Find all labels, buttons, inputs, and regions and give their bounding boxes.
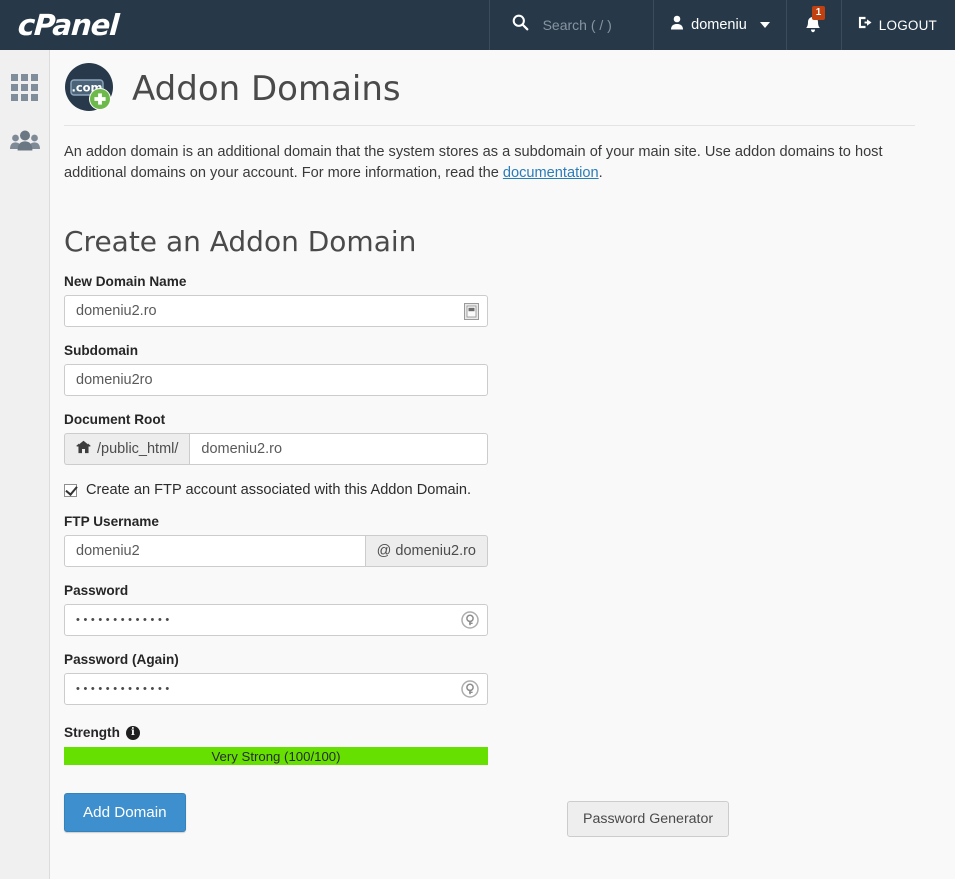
intro-paragraph: An addon domain is an additional domain … (64, 142, 909, 183)
password-strength-fill: Very Strong (100/100) (64, 747, 488, 766)
cpanel-logo-text: cPanel (16, 8, 120, 42)
ftp-account-checkbox[interactable] (64, 483, 77, 497)
field-ftp-username: FTP Username domeniu2 @ domeniu2.ro (64, 514, 488, 568)
password-masked-value: ••••••••••••• (76, 614, 173, 627)
document-root-prefix: /public_html/ (64, 433, 190, 466)
field-password: Password ••••••••••••• (64, 583, 488, 637)
header-search[interactable]: Search ( / ) (488, 0, 654, 50)
ftp-username-label: FTP Username (64, 514, 159, 530)
password-label: Password (64, 583, 129, 599)
form-heading: Create an Addon Domain (64, 225, 417, 259)
sidebar-item-home-grid[interactable] (0, 64, 49, 116)
strength-label-row: Strength i (64, 725, 955, 740)
left-sidebar (0, 50, 50, 879)
ftp-account-checkbox-row[interactable]: Create an FTP account associated with th… (64, 482, 955, 498)
document-root-value: domeniu2.ro (201, 441, 283, 458)
password-again-masked-value: ••••••••••••• (76, 683, 173, 696)
document-root-label: Document Root (64, 412, 166, 428)
new-domain-name-label: New Domain Name (64, 274, 187, 290)
chevron-down-icon (759, 22, 770, 28)
password-again-label: Password (Again) (64, 652, 179, 668)
password-strength-text: Very Strong (100/100) (211, 748, 341, 764)
password-again-key-icon[interactable] (461, 680, 479, 699)
header-divider (64, 125, 915, 126)
strength-label: Strength (64, 725, 120, 741)
notification-count-badge: 1 (811, 6, 826, 20)
subdomain-label: Subdomain (64, 343, 139, 359)
add-domain-button[interactable]: Add Domain (64, 793, 186, 833)
intro-text-before: An addon domain is an additional domain … (64, 144, 883, 181)
new-domain-name-input[interactable]: domeniu2.ro (64, 295, 488, 328)
ftp-username-suffix: @ domeniu2.ro (365, 535, 488, 568)
field-password-again: Password (Again) ••••••••••••• (64, 652, 488, 706)
user-icon (670, 15, 684, 35)
document-root-prefix-text: /public_html/ (97, 441, 179, 458)
ftp-username-input[interactable]: domeniu2 (64, 535, 366, 568)
ftp-username-value: domeniu2 (76, 543, 140, 560)
document-root-input[interactable]: domeniu2.ro (189, 433, 488, 466)
ftp-account-checkbox-label: Create an FTP account associated with th… (86, 482, 472, 499)
search-placeholder: Search ( / ) (542, 17, 612, 33)
intro-text-after: . (598, 164, 603, 181)
user-name-label: domeniu (691, 17, 747, 33)
sidebar-item-user-manager[interactable] (0, 116, 49, 168)
password-key-icon[interactable] (461, 611, 479, 630)
page-header: .com Addon Domains (64, 50, 955, 114)
subdomain-value: domeniu2ro (76, 372, 153, 389)
password-strength-bar: Very Strong (100/100) (64, 747, 488, 766)
user-menu[interactable]: domeniu (653, 0, 786, 50)
page-title: Addon Domains (132, 69, 401, 109)
new-domain-name-value: domeniu2.ro (76, 303, 157, 320)
field-subdomain: Subdomain domeniu2ro (64, 343, 488, 397)
form-autofill-icon[interactable] (464, 303, 479, 321)
notifications-button[interactable]: 1 (785, 0, 841, 50)
logout-icon (858, 15, 873, 35)
field-new-domain-name: New Domain Name domeniu2.ro (64, 274, 488, 328)
cpanel-logo[interactable]: cPanel (0, 0, 489, 50)
search-icon (512, 14, 529, 36)
documentation-link[interactable]: documentation (503, 165, 599, 181)
home-icon (76, 440, 91, 458)
password-generator-button[interactable]: Password Generator (567, 801, 730, 837)
password-input[interactable]: ••••••••••••• (64, 604, 488, 637)
main-content: .com Addon Domains An addon domain is an… (51, 50, 955, 879)
logout-label: LOGOUT (878, 17, 937, 33)
users-group-icon (9, 129, 40, 156)
subdomain-input[interactable]: domeniu2ro (64, 364, 488, 397)
password-again-input[interactable]: ••••••••••••• (64, 673, 488, 706)
grid-icon (11, 74, 38, 106)
field-document-root: Document Root /public_html/ domeniu2.ro (64, 412, 488, 466)
top-header-bar: cPanel Search ( / ) domeniu 1 LOGOUT (0, 0, 955, 50)
addon-domains-icon: .com (64, 63, 116, 115)
logout-button[interactable]: LOGOUT (840, 0, 955, 50)
info-icon[interactable]: i (125, 725, 140, 740)
